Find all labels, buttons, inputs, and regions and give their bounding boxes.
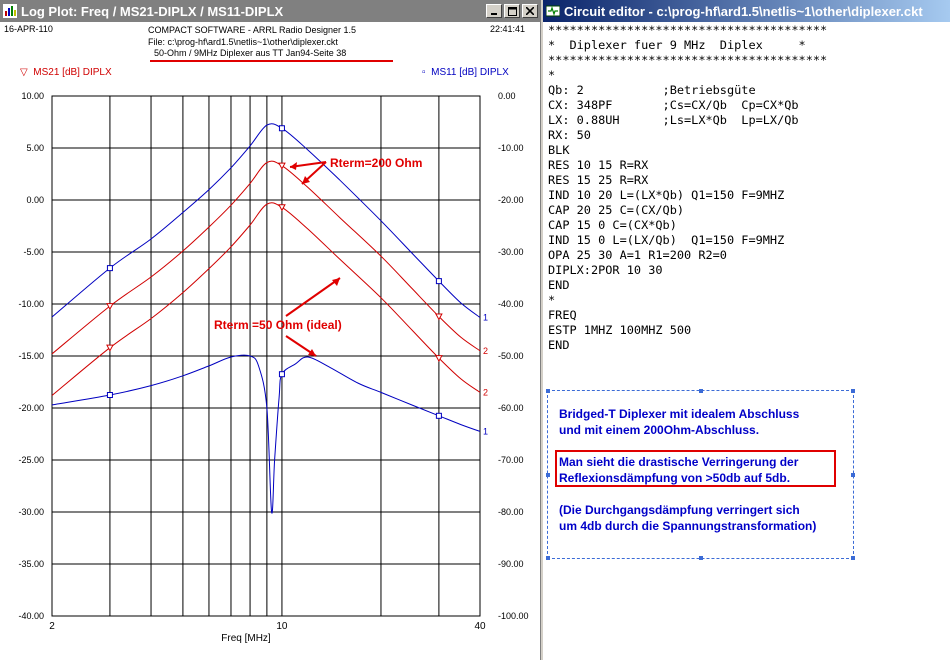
- resize-handle[interactable]: [699, 556, 703, 560]
- series-end-marker: 2: [483, 346, 488, 356]
- netlist-line[interactable]: RES 10 15 R=RX: [548, 158, 648, 173]
- ms11-data-marker: [106, 265, 113, 272]
- close-icon: [526, 7, 534, 15]
- netlist-line[interactable]: RES 15 25 R=RX: [548, 173, 648, 188]
- netlist-line[interactable]: * Diplexer fuer 9 MHz Diplex *: [548, 38, 806, 53]
- resize-handle[interactable]: [851, 473, 855, 477]
- ms21-data-marker: [278, 204, 286, 212]
- y-left-tick-label: -30.00: [18, 507, 44, 517]
- y-left-tick-label: -15.00: [18, 351, 44, 361]
- y-left-tick-label: -35.00: [18, 559, 44, 569]
- x-axis-label: Freq [MHz]: [221, 633, 271, 644]
- resize-handle[interactable]: [546, 556, 550, 560]
- annotation-textbox[interactable]: Bridged-T Diplexer mit idealem Abschluss…: [546, 389, 855, 560]
- netlist-line[interactable]: *: [548, 293, 555, 308]
- plot-app-icon: [3, 4, 17, 18]
- y-right-tick-label: -20.00: [498, 195, 524, 205]
- netlist-line[interactable]: RX: 50: [548, 128, 591, 143]
- ms11-data-marker: [435, 412, 442, 419]
- note-line-6: um 4db durch die Spannungstransformation…: [559, 519, 817, 533]
- plot-maximize-button[interactable]: [504, 4, 520, 18]
- plot-minimize-button[interactable]: [486, 4, 502, 18]
- log-plot-chart: 10.005.000.00-5.00-10.00-15.00-20.00-25.…: [18, 91, 529, 644]
- netlist-line[interactable]: ***************************************: [548, 53, 827, 68]
- netlist-line[interactable]: IND 15 0 L=(LX/Qb) Q1=150 F=9MHZ: [548, 233, 784, 248]
- y-right-tick-label: -60.00: [498, 403, 524, 413]
- ms11-data-marker: [278, 125, 285, 132]
- plot-close-button[interactable]: [522, 4, 538, 18]
- netlist-line[interactable]: Qb: 2 ;Betriebsgüte: [548, 83, 756, 98]
- log-plot-window[interactable]: Log Plot: Freq / MS21-DIPLX / MS11-DIPLX…: [0, 0, 541, 660]
- circuit-editor-window[interactable]: Circuit editor - c:\prog-hf\ard1.5\netli…: [543, 0, 950, 660]
- resize-handle[interactable]: [851, 556, 855, 560]
- y-left-tick-label: -25.00: [18, 455, 44, 465]
- highlight-box: [555, 450, 836, 487]
- x-tick-label: 2: [49, 621, 55, 632]
- y-left-tick-label: -20.00: [18, 403, 44, 413]
- y-right-tick-label: -90.00: [498, 559, 524, 569]
- annotation-arrow-50a: [285, 277, 341, 317]
- netlist-line[interactable]: END: [548, 278, 569, 293]
- y-right-tick-label: -30.00: [498, 247, 524, 257]
- ms11-data-marker: [435, 278, 442, 285]
- netlist-line[interactable]: OPA 25 30 A=1 R1=200 R2=0: [548, 248, 727, 263]
- y-right-tick-label: -80.00: [498, 507, 524, 517]
- note-line-2: und mit einem 200Ohm-Abschluss.: [559, 423, 760, 437]
- netlist-line[interactable]: ***************************************: [548, 23, 827, 38]
- y-left-tick-label: 0.00: [26, 195, 44, 205]
- netlist-line[interactable]: CX: 348PF ;Cs=CX/Qb Cp=CX*Qb: [548, 98, 799, 113]
- y-right-tick-label: -70.00: [498, 455, 524, 465]
- y-right-tick-label: -100.00: [498, 611, 529, 621]
- x-tick-label: 10: [276, 621, 288, 632]
- note-line-1: Bridged-T Diplexer mit idealem Abschluss: [559, 407, 800, 421]
- resize-handle[interactable]: [546, 473, 550, 477]
- plot-window-titlebar[interactable]: Log Plot: Freq / MS21-DIPLX / MS11-DIPLX: [0, 0, 540, 22]
- ms11-series-line: [51, 354, 481, 514]
- annotation-rterm-200: Rterm=200 Ohm: [330, 156, 422, 170]
- series-end-marker: 1: [483, 313, 488, 323]
- circuit-netlist-editor[interactable]: *************************************** *…: [543, 22, 950, 660]
- y-left-tick-label: -5.00: [23, 247, 44, 257]
- ms11-data-marker: [278, 371, 285, 378]
- x-tick-label: 40: [474, 621, 486, 632]
- resize-handle[interactable]: [851, 389, 855, 393]
- editor-window-title: Circuit editor - c:\prog-hf\ard1.5\netli…: [564, 3, 923, 19]
- y-right-tick-label: -10.00: [498, 143, 524, 153]
- netlist-line[interactable]: END: [548, 338, 569, 353]
- plot-window-title: Log Plot: Freq / MS21-DIPLX / MS11-DIPLX: [21, 3, 284, 19]
- y-left-tick-label: 10.00: [21, 91, 44, 101]
- netlist-line[interactable]: *: [548, 68, 555, 83]
- editor-app-icon: [546, 5, 560, 17]
- y-right-tick-label: -40.00: [498, 299, 524, 309]
- note-line-5: (Die Durchgangsdämpfung verringert sich: [559, 503, 800, 517]
- netlist-line[interactable]: LX: 0.88UH ;Ls=LX*Qb Lp=LX/Qb: [548, 113, 799, 128]
- netlist-line[interactable]: BLK: [548, 143, 569, 158]
- annotation-rterm-50: Rterm =50 Ohm (ideal): [214, 318, 342, 332]
- netlist-line[interactable]: CAP 15 0 C=(CX*Qb): [548, 218, 677, 233]
- ms21-data-marker: [278, 162, 286, 170]
- ms11-series-line: [51, 123, 481, 318]
- netlist-line[interactable]: IND 10 20 L=(LX*Qb) Q1=150 F=9MHZ: [548, 188, 784, 203]
- netlist-line[interactable]: ESTP 1MHZ 100MHZ 500: [548, 323, 691, 338]
- netlist-line[interactable]: DIPLX:2POR 10 30: [548, 263, 663, 278]
- series-end-marker: 1: [483, 426, 488, 436]
- minimize-icon: [491, 13, 497, 15]
- y-left-tick-label: -10.00: [18, 299, 44, 309]
- netlist-line[interactable]: FREQ: [548, 308, 577, 323]
- series-end-marker: 2: [483, 387, 488, 397]
- resize-handle[interactable]: [699, 389, 703, 393]
- ms21-series-line: [51, 202, 481, 396]
- y-right-tick-label: -50.00: [498, 351, 524, 361]
- resize-handle[interactable]: [546, 389, 550, 393]
- maximize-icon: [507, 6, 517, 16]
- netlist-line[interactable]: CAP 20 25 C=(CX/Qb): [548, 203, 684, 218]
- y-left-tick-label: 5.00: [26, 143, 44, 153]
- ms11-data-marker: [106, 392, 113, 398]
- y-right-tick-label: 0.00: [498, 91, 516, 101]
- y-left-tick-label: -40.00: [18, 611, 44, 621]
- editor-window-titlebar[interactable]: Circuit editor - c:\prog-hf\ard1.5\netli…: [543, 0, 950, 22]
